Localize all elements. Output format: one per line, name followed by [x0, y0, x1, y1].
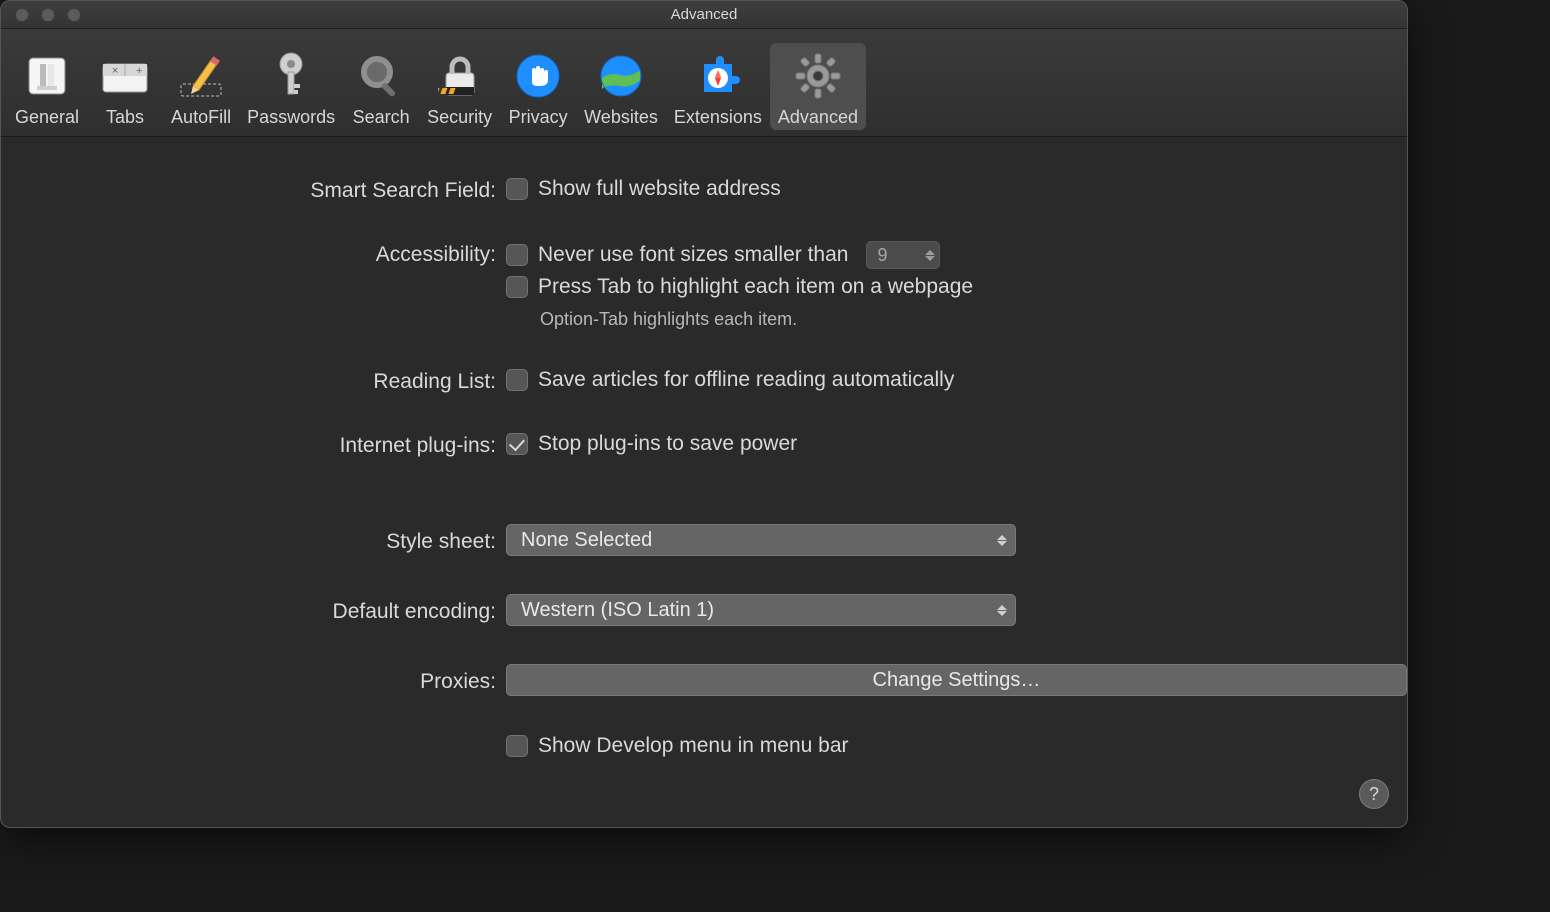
help-button[interactable]: ?: [1359, 779, 1389, 809]
titlebar: Advanced: [1, 1, 1407, 29]
minimize-window-button[interactable]: [41, 8, 55, 22]
show-develop-menu-checkbox[interactable]: [506, 735, 528, 757]
tab-advanced[interactable]: Advanced: [770, 43, 866, 130]
style-sheet-label: Style sheet:: [1, 524, 506, 554]
min-font-size-label: Never use font sizes smaller than: [538, 243, 848, 267]
magnifier-icon: [351, 47, 411, 105]
default-encoding-value: Western (ISO Latin 1): [521, 599, 714, 622]
preferences-window: Advanced General ×+ Tabs AutoFill Pa: [0, 0, 1408, 828]
tab-label: Security: [427, 107, 492, 128]
style-sheet-popup[interactable]: None Selected: [506, 524, 1016, 556]
press-tab-label: Press Tab to highlight each item on a we…: [538, 275, 973, 299]
svg-text:×: ×: [112, 65, 118, 77]
plugins-label: Internet plug-ins:: [1, 432, 506, 458]
stop-plugins-checkbox[interactable]: [506, 433, 528, 455]
tab-label: Websites: [584, 107, 658, 128]
change-settings-label: Change Settings…: [873, 669, 1041, 692]
tab-label: Tabs: [106, 107, 144, 128]
press-tab-hint: Option-Tab highlights each item.: [540, 309, 1407, 330]
tabs-icon: ×+: [95, 47, 155, 105]
proxies-label: Proxies:: [1, 664, 506, 694]
tab-label: Privacy: [509, 107, 568, 128]
min-font-size-value: 9: [877, 245, 887, 266]
default-encoding-label: Default encoding:: [1, 594, 506, 624]
min-font-size-popup[interactable]: 9: [866, 241, 940, 269]
stepper-icon: [997, 535, 1007, 546]
gear-icon: [788, 47, 848, 105]
tab-label: General: [15, 107, 79, 128]
tab-security[interactable]: Security: [419, 43, 500, 130]
tab-label: Search: [353, 107, 410, 128]
pencil-form-icon: [171, 47, 231, 105]
stop-plugins-label: Stop plug-ins to save power: [538, 432, 797, 456]
tab-websites[interactable]: Websites: [576, 43, 666, 130]
show-develop-menu-label: Show Develop menu in menu bar: [538, 734, 849, 758]
switch-icon: [17, 47, 77, 105]
min-font-size-checkbox[interactable]: [506, 244, 528, 266]
key-icon: [261, 47, 321, 105]
tab-general[interactable]: General: [7, 43, 87, 130]
save-offline-label: Save articles for offline reading automa…: [538, 368, 954, 392]
lock-icon: [430, 47, 490, 105]
show-full-address-checkbox[interactable]: [506, 178, 528, 200]
accessibility-label: Accessibility:: [1, 241, 506, 267]
help-icon: ?: [1369, 784, 1379, 805]
globe-icon: [591, 47, 651, 105]
tab-label: AutoFill: [171, 107, 231, 128]
show-full-address-label: Show full website address: [538, 177, 781, 201]
tab-tabs[interactable]: ×+ Tabs: [87, 43, 163, 130]
press-tab-checkbox[interactable]: [506, 276, 528, 298]
window-title: Advanced: [1, 6, 1407, 23]
tab-label: Passwords: [247, 107, 335, 128]
preferences-toolbar: General ×+ Tabs AutoFill Passwords Searc…: [1, 29, 1407, 137]
stepper-icon: [997, 605, 1007, 616]
close-window-button[interactable]: [15, 8, 29, 22]
tab-privacy[interactable]: Privacy: [500, 43, 576, 130]
traffic-lights: [1, 8, 81, 22]
svg-text:+: +: [136, 65, 142, 77]
puzzle-compass-icon: [688, 47, 748, 105]
change-settings-button[interactable]: Change Settings…: [506, 664, 1407, 696]
tab-passwords[interactable]: Passwords: [239, 43, 343, 130]
stepper-icon: [925, 250, 935, 261]
reading-list-label: Reading List:: [1, 368, 506, 394]
default-encoding-popup[interactable]: Western (ISO Latin 1): [506, 594, 1016, 626]
advanced-pane: Smart Search Field: Show full website ad…: [1, 137, 1407, 758]
zoom-window-button[interactable]: [67, 8, 81, 22]
hand-circle-icon: [508, 47, 568, 105]
tab-label: Advanced: [778, 107, 858, 128]
tab-extensions[interactable]: Extensions: [666, 43, 770, 130]
style-sheet-value: None Selected: [521, 529, 652, 552]
smart-search-label: Smart Search Field:: [1, 177, 506, 203]
save-offline-checkbox[interactable]: [506, 369, 528, 391]
tab-autofill[interactable]: AutoFill: [163, 43, 239, 130]
tab-label: Extensions: [674, 107, 762, 128]
tab-search[interactable]: Search: [343, 43, 419, 130]
